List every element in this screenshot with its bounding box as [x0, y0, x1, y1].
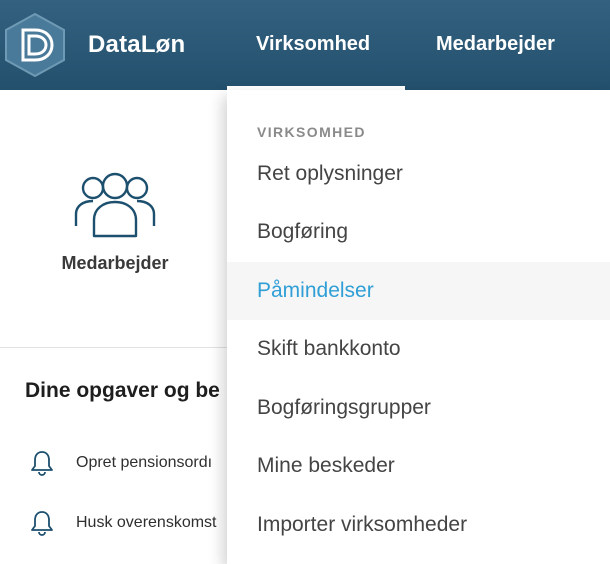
quick-link-medarbejder[interactable]: Medarbejder	[0, 90, 230, 348]
nav-virksomhed[interactable]: Virksomhed	[256, 33, 370, 56]
task-item[interactable]: Opret pensionsordı	[28, 448, 212, 478]
dropdown-heading: VIRKSOMHED	[257, 124, 366, 140]
virksomhed-dropdown-menu: VIRKSOMHED Ret oplysninger Bogføring Påm…	[227, 90, 610, 564]
bell-icon	[31, 451, 53, 476]
tasks-heading: Dine opgaver og be	[25, 379, 220, 402]
menu-item-bogfoeringsgrupper[interactable]: Bogføringsgrupper	[227, 379, 610, 437]
brand-name[interactable]: DataLøn	[88, 31, 185, 59]
nav-medarbejder[interactable]: Medarbejder	[436, 33, 555, 56]
menu-item-bogfoering[interactable]: Bogføring	[227, 203, 610, 261]
menu-item-importer-virksomheder[interactable]: Importer virksomheder	[227, 496, 610, 554]
menu-item-mine-beskeder[interactable]: Mine beskeder	[227, 437, 610, 495]
employees-icon	[74, 172, 156, 238]
menu-item-skift-bankkonto[interactable]: Skift bankkonto	[227, 320, 610, 378]
menu-item-paamindelser[interactable]: Påmindelser	[227, 262, 610, 320]
menu-item-ret-oplysninger[interactable]: Ret oplysninger	[227, 145, 610, 203]
top-navigation-bar: DataLøn Virksomhed Medarbejder	[0, 0, 610, 90]
quick-link-label: Medarbejder	[61, 253, 169, 273]
task-item[interactable]: Husk overenskomst	[28, 508, 217, 538]
task-text: Opret pensionsordı	[76, 454, 213, 471]
bell-icon	[31, 511, 53, 536]
task-text: Husk overenskomst	[76, 514, 217, 531]
dataloen-logo-icon[interactable]	[0, 10, 70, 80]
